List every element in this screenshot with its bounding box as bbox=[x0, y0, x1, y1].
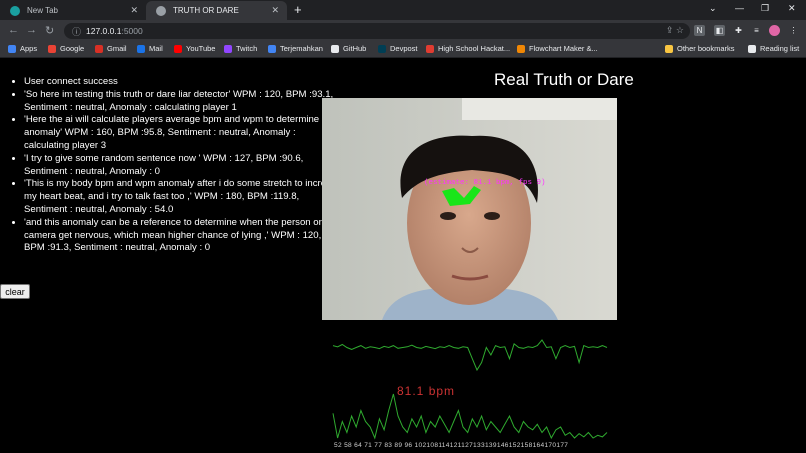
frequency-tick-labels: 52 58 64 71 77 83 89 96 1021081141211271… bbox=[334, 442, 569, 449]
bookmark-hackathon[interactable]: High School Hackat... bbox=[426, 44, 510, 53]
message-log: User connect success'So here im testing … bbox=[8, 76, 342, 255]
bookmark-label: Mail bbox=[149, 44, 163, 53]
menu-kebab-icon[interactable]: ⋮ bbox=[788, 25, 799, 36]
apps-grid-icon bbox=[8, 44, 16, 53]
bookmark-google[interactable]: Google bbox=[48, 44, 84, 53]
tab-strip: New Tab ✕ TRUTH OR DARE ✕ + ⌄ — ❐ ✕ bbox=[0, 0, 806, 20]
bookmark-folder[interactable]: Other bookmarks bbox=[665, 44, 735, 53]
window-close-icon[interactable]: ✕ bbox=[788, 3, 796, 14]
log-entry: 'and this anomaly can be a reference to … bbox=[24, 217, 342, 255]
left-eye bbox=[440, 212, 456, 220]
bookmark-youtube[interactable]: YouTube bbox=[174, 44, 215, 53]
bookmark-mail[interactable]: Mail bbox=[137, 44, 163, 53]
new-tab-favicon-icon bbox=[10, 5, 20, 16]
webcam-feed: (estimate: 81.1 bpm, fps 9) bbox=[322, 98, 617, 320]
bookmark-github[interactable]: GitHub bbox=[331, 44, 366, 53]
right-eye bbox=[484, 212, 500, 220]
url-text: 127.0.0.1:5000 bbox=[86, 26, 143, 36]
tab-search-icon[interactable]: ⌄ bbox=[709, 3, 717, 14]
bookmark-label: Other bookmarks bbox=[677, 44, 735, 53]
bookmark-label: High School Hackat... bbox=[438, 44, 511, 53]
log-entry: User connect success bbox=[24, 76, 342, 89]
fft-spectrum-chart bbox=[332, 393, 608, 440]
devpost-icon bbox=[378, 44, 386, 53]
fft-spectrum-line bbox=[332, 393, 608, 440]
github-icon bbox=[331, 44, 339, 53]
forward-icon[interactable]: → bbox=[26, 24, 37, 36]
browser-toolbar: ← → ↻ ⓘ 127.0.0.1:5000 ⇪ ☆ N ◧ ✚ ≡ ⋮ bbox=[0, 20, 806, 42]
twitch-icon bbox=[224, 44, 232, 53]
webcam-frame: (estimate: 81.1 bpm, fps 9) bbox=[322, 98, 617, 320]
extension-icon[interactable]: ◧ bbox=[714, 25, 725, 36]
bookmark-devpost[interactable]: Devpost bbox=[378, 44, 418, 53]
playlist-icon[interactable]: ≡ bbox=[751, 25, 762, 36]
log-entry: 'This is my body bpm and wpm anomaly aft… bbox=[24, 178, 342, 216]
bookmark-star-icon[interactable]: ⇪ ☆ bbox=[666, 25, 684, 36]
mail-icon bbox=[137, 44, 145, 53]
bookmark-label: Twitch bbox=[236, 44, 258, 53]
google-icon bbox=[48, 44, 56, 53]
tab-new-tab[interactable]: New Tab ✕ bbox=[0, 1, 146, 20]
page-title: Real Truth or Dare bbox=[494, 70, 634, 89]
address-bar[interactable]: ⓘ 127.0.0.1:5000 ⇪ ☆ bbox=[64, 23, 690, 39]
back-icon[interactable]: ← bbox=[8, 24, 19, 36]
bookmark-label: YouTube bbox=[186, 44, 216, 53]
profile-avatar-icon[interactable] bbox=[769, 25, 780, 36]
reading-list-icon bbox=[748, 44, 756, 53]
bookmark-label: Devpost bbox=[390, 44, 418, 53]
raw-signal-chart bbox=[332, 339, 608, 372]
page-content: User connect success'So here im testing … bbox=[0, 58, 806, 453]
bookmark-reading-list[interactable]: Reading list bbox=[748, 44, 799, 53]
tab-truth-or-dare[interactable]: TRUTH OR DARE ✕ bbox=[146, 1, 287, 20]
youtube-icon bbox=[174, 44, 182, 53]
bookmark-label: Terjemahkan bbox=[280, 44, 323, 53]
bookmark-label: Apps bbox=[20, 44, 38, 53]
restore-icon[interactable]: ❐ bbox=[761, 3, 769, 14]
close-tab-icon[interactable]: ✕ bbox=[130, 5, 138, 16]
log-entry: 'So here im testing this truth or dare l… bbox=[24, 89, 342, 115]
globe-icon bbox=[156, 5, 166, 16]
bookmark-label: Flowchart Maker &... bbox=[529, 44, 598, 53]
bookmark-gmail[interactable]: Gmail bbox=[95, 44, 127, 53]
gmail-icon bbox=[95, 44, 103, 53]
tab-title: New Tab bbox=[27, 6, 58, 15]
bookmarks-bar: Apps Google Gmail Mail YouTube Twitch Terjemah… bbox=[0, 42, 806, 58]
site-info-icon[interactable]: ⓘ bbox=[72, 25, 81, 38]
extensions-puzzle-icon[interactable]: ✚ bbox=[733, 25, 744, 36]
bookmark-label: GitHub bbox=[343, 44, 367, 53]
log-entry: 'I try to give some random sentence now … bbox=[24, 153, 342, 179]
shelf bbox=[462, 98, 617, 120]
new-tab-button[interactable]: + bbox=[294, 2, 302, 17]
close-tab-icon[interactable]: ✕ bbox=[271, 5, 279, 16]
bookmark-label: Google bbox=[60, 44, 85, 53]
tab-title: TRUTH OR DARE bbox=[173, 6, 239, 15]
minimize-icon[interactable]: — bbox=[735, 3, 744, 13]
log-entry: 'Here the ai will calculate players aver… bbox=[24, 114, 342, 152]
translate-icon bbox=[268, 44, 276, 53]
extension-icon[interactable]: N bbox=[694, 25, 705, 36]
estimate-overlay: (estimate: 81.1 bpm, fps 9) bbox=[424, 179, 546, 187]
bookmark-flowchart[interactable]: Flowchart Maker &... bbox=[517, 44, 598, 53]
flowchart-icon bbox=[517, 44, 525, 53]
bookmark-translate[interactable]: Terjemahkan bbox=[268, 44, 323, 53]
reload-icon[interactable]: ↻ bbox=[45, 24, 54, 37]
hackathon-icon bbox=[426, 44, 434, 53]
bookmark-apps-grid[interactable]: Apps bbox=[8, 44, 37, 53]
bookmark-label: Gmail bbox=[107, 44, 127, 53]
bookmark-twitch[interactable]: Twitch bbox=[224, 44, 257, 53]
raw-signal-line bbox=[332, 339, 608, 372]
folder-icon bbox=[665, 44, 673, 53]
clear-button[interactable]: clear bbox=[0, 284, 30, 299]
bookmark-label: Reading list bbox=[760, 44, 800, 53]
